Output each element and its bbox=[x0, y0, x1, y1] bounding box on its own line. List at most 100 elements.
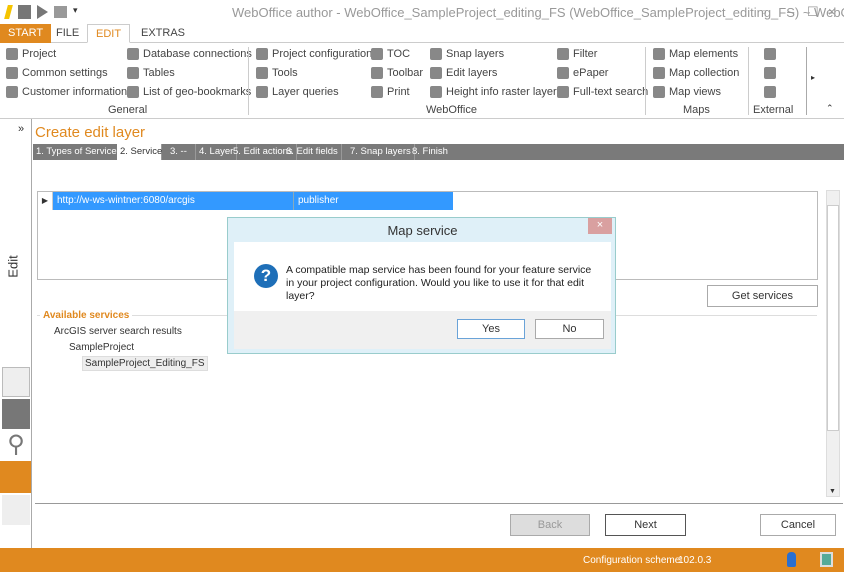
collapse-ribbon-icon[interactable]: ⌃ bbox=[826, 103, 834, 114]
wizard-tab-3[interactable]: 3. -- bbox=[167, 144, 196, 160]
question-icon: ? bbox=[254, 264, 278, 288]
group-label-general: General bbox=[108, 104, 147, 116]
new-icon[interactable] bbox=[2, 367, 30, 397]
folder-icon[interactable] bbox=[54, 6, 67, 18]
user-icon[interactable] bbox=[787, 552, 796, 567]
external-search-button[interactable] bbox=[764, 86, 776, 98]
vertical-scrollbar[interactable]: ▼ bbox=[826, 190, 840, 497]
dialog-body: ? A compatible map service has been foun… bbox=[234, 242, 611, 311]
expand-sidebar-icon[interactable]: » bbox=[18, 123, 24, 135]
scroll-down-icon[interactable]: ▼ bbox=[829, 488, 836, 495]
tab-file[interactable]: FILE bbox=[48, 24, 87, 43]
sidebar-label-edit: Edit bbox=[6, 255, 21, 277]
pen-icon[interactable] bbox=[2, 495, 30, 525]
tree-node-folder[interactable]: SampleProject bbox=[69, 342, 134, 353]
group-divider bbox=[645, 47, 646, 115]
back-button[interactable]: Back bbox=[510, 514, 590, 536]
close-button[interactable]: × bbox=[828, 4, 836, 19]
project-icon bbox=[6, 48, 18, 60]
group-label-external: External bbox=[753, 104, 793, 116]
gears-icon bbox=[6, 67, 18, 79]
save-icon[interactable] bbox=[18, 5, 31, 19]
pin-button[interactable] bbox=[764, 48, 776, 60]
window-title: WebOffice author - WebOffice_SampleProje… bbox=[232, 5, 844, 20]
ribbon-tables[interactable]: Tables bbox=[127, 67, 175, 79]
toolbar-icon bbox=[371, 67, 383, 79]
group-divider bbox=[806, 47, 807, 115]
tree-node-service[interactable]: SampleProject_Editing_FS bbox=[82, 356, 208, 371]
menu-tabs: START FILE EDIT EXTRAS bbox=[0, 24, 844, 43]
wizard-tabs: 1. Types of Services 2. Service 3. -- 4.… bbox=[33, 144, 844, 160]
wizard-tab-1[interactable]: 1. Types of Services bbox=[33, 144, 125, 160]
monitor-icon[interactable] bbox=[820, 552, 833, 567]
map-service-dialog: Map service × ? A compatible map service… bbox=[227, 217, 616, 354]
group-label-maps: Maps bbox=[683, 104, 710, 116]
restore-icon[interactable]: ▫ bbox=[762, 4, 767, 19]
map-elements-icon bbox=[653, 48, 665, 60]
wizard-tab-6[interactable]: 6. Edit fields bbox=[283, 144, 342, 160]
location-button[interactable] bbox=[764, 67, 776, 79]
ribbon-map-views[interactable]: Map views bbox=[653, 86, 721, 98]
tree-node-root[interactable]: ArcGIS server search results bbox=[54, 326, 182, 337]
ribbon-toc[interactable]: TOC bbox=[371, 48, 410, 60]
customer-icon bbox=[6, 86, 18, 98]
next-button[interactable]: Next bbox=[605, 514, 686, 536]
map-collection-icon bbox=[653, 67, 665, 79]
search-icon[interactable]: ⚲ bbox=[2, 431, 30, 461]
yes-button[interactable]: Yes bbox=[457, 319, 525, 339]
table-row[interactable]: http://w-ws-wintner:6080/arcgis publishe… bbox=[53, 192, 453, 210]
ribbon-geo-bookmarks[interactable]: List of geo-bookmarks bbox=[127, 86, 251, 98]
divider bbox=[35, 503, 843, 504]
quick-access-dropdown-icon[interactable]: ▾ bbox=[73, 5, 78, 16]
run-icon[interactable] bbox=[37, 5, 48, 19]
ribbon-customer-information[interactable]: Customer information bbox=[6, 86, 127, 98]
ribbon-project[interactable]: Project bbox=[6, 48, 56, 60]
scrollbar-thumb[interactable] bbox=[827, 205, 839, 431]
tab-start[interactable]: START bbox=[0, 24, 51, 43]
bookmark-icon bbox=[127, 86, 139, 98]
edit-tool-icon[interactable] bbox=[0, 461, 31, 493]
ribbon-map-elements[interactable]: Map elements bbox=[653, 48, 738, 60]
server-url-cell: http://w-ws-wintner:6080/arcgis bbox=[57, 195, 195, 206]
group-divider bbox=[248, 47, 249, 115]
wizard-tab-2[interactable]: 2. Service bbox=[117, 144, 162, 160]
epaper-icon bbox=[557, 67, 569, 79]
ribbon: Project Common settings Customer informa… bbox=[0, 43, 844, 119]
ribbon-snap-layers[interactable]: Snap layers bbox=[430, 48, 504, 60]
ribbon-print[interactable]: Print bbox=[371, 86, 410, 98]
dialog-close-button[interactable]: × bbox=[588, 218, 612, 234]
dialog-title: Map service bbox=[228, 223, 617, 238]
ribbon-scroll-right-icon[interactable]: ▸ bbox=[811, 73, 815, 82]
dialog-footer: Yes No bbox=[234, 311, 611, 349]
edit-layers-icon bbox=[430, 67, 442, 79]
maximize-button[interactable]: ☐ bbox=[807, 4, 819, 20]
ribbon-project-configuration[interactable]: Project configuration bbox=[256, 48, 372, 60]
row-indicator-icon: ▶ bbox=[38, 192, 53, 210]
tab-extras[interactable]: EXTRAS bbox=[133, 24, 193, 43]
ribbon-filter[interactable]: Filter bbox=[557, 48, 597, 60]
tab-edit[interactable]: EDIT bbox=[87, 24, 130, 43]
configuration-icon bbox=[256, 48, 268, 60]
wizard-tab-7[interactable]: 7. Snap layers bbox=[347, 144, 415, 160]
ribbon-tools[interactable]: Tools bbox=[256, 67, 298, 79]
ribbon-toolbar[interactable]: Toolbar bbox=[371, 67, 423, 79]
ribbon-database-connections[interactable]: Database connections bbox=[127, 48, 252, 60]
cancel-button[interactable]: Cancel bbox=[760, 514, 836, 536]
server-user-cell: publisher bbox=[293, 192, 343, 210]
minimize-button[interactable]: – bbox=[787, 4, 794, 19]
dialog-message: A compatible map service has been found … bbox=[286, 264, 596, 303]
height-icon bbox=[430, 86, 442, 98]
ribbon-layer-queries[interactable]: Layer queries bbox=[256, 86, 339, 98]
notebook-icon[interactable] bbox=[2, 399, 30, 429]
wizard-tab-8[interactable]: 8. Finish bbox=[409, 144, 451, 160]
get-services-button[interactable]: Get services bbox=[707, 285, 818, 307]
ribbon-epaper[interactable]: ePaper bbox=[557, 67, 608, 79]
title-bar: ▾ WebOffice author - WebOffice_SamplePro… bbox=[0, 0, 844, 24]
ribbon-common-settings[interactable]: Common settings bbox=[6, 67, 108, 79]
ribbon-height-info[interactable]: Height info raster layers bbox=[430, 86, 562, 98]
ribbon-full-text-search[interactable]: Full-text search bbox=[557, 86, 648, 98]
ribbon-edit-layers[interactable]: Edit layers bbox=[430, 67, 497, 79]
no-button[interactable]: No bbox=[535, 319, 604, 339]
filter-icon bbox=[557, 48, 569, 60]
ribbon-map-collection[interactable]: Map collection bbox=[653, 67, 739, 79]
